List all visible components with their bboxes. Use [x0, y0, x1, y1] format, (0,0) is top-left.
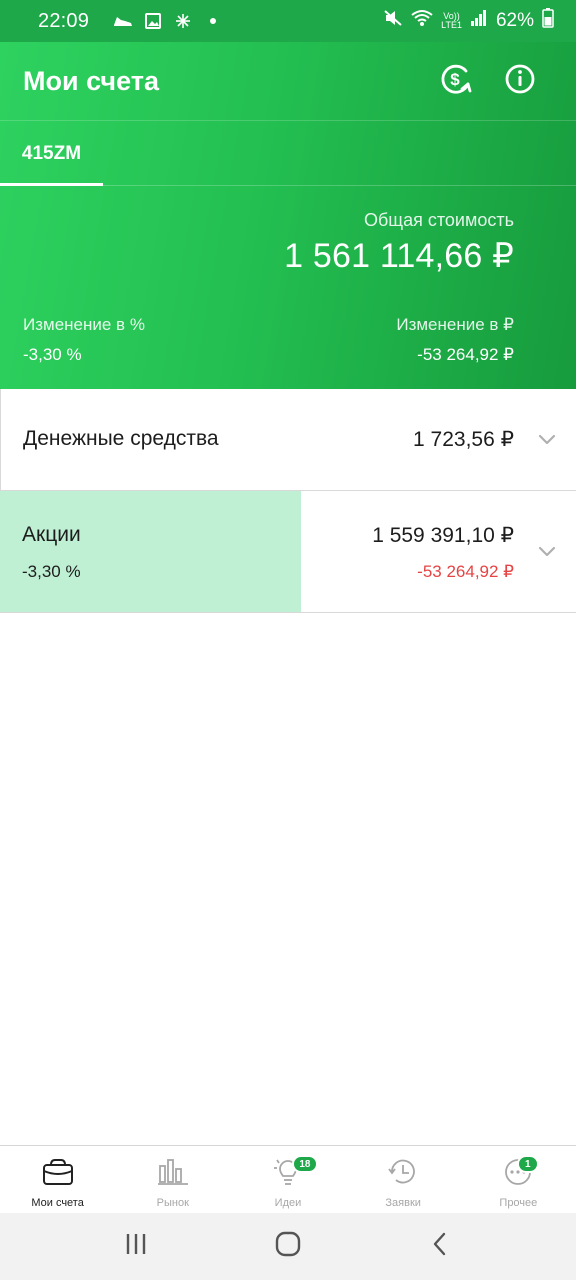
stocks-name: Акции — [22, 523, 81, 546]
nav-ideas[interactable]: 18 Идеи — [230, 1146, 345, 1213]
svg-text:$: $ — [450, 70, 460, 89]
sparkle-icon — [173, 11, 193, 31]
cash-row[interactable]: Денежные средства 1 723,56 ₽ — [0, 389, 576, 491]
nav-label: Рынок — [156, 1197, 189, 1209]
cash-name: Денежные средства — [23, 427, 219, 450]
dot-icon — [203, 11, 223, 31]
nav-more[interactable]: 1 Прочее — [461, 1146, 576, 1213]
stocks-change-percent: -3,30 % — [22, 562, 81, 581]
wallet-icon — [42, 1158, 74, 1191]
nav-label: Мои счета — [31, 1197, 84, 1209]
status-bar: 22:09 Vo)) LTE1 62% — [0, 0, 576, 42]
more-badge: 1 — [516, 1155, 539, 1173]
info-icon — [504, 63, 536, 100]
image-icon — [143, 11, 163, 31]
home-button[interactable] — [258, 1217, 318, 1277]
tabs-divider — [0, 185, 576, 186]
stocks-amount: 1 559 391,10 ₽ — [372, 524, 514, 547]
tab-account-415zm[interactable]: 415ZM — [0, 121, 103, 186]
currency-exchange-button[interactable]: $ — [424, 49, 488, 113]
currency-exchange-icon: $ — [439, 62, 473, 101]
mute-icon — [383, 9, 403, 33]
nav-label: Заявки — [385, 1197, 421, 1209]
change-percent-value: -3,30 % — [23, 345, 82, 364]
shoe-icon — [113, 11, 133, 31]
bottom-navigation: Мои счета Рынок 18 Идеи Заявки 1 Прочее — [0, 1145, 576, 1213]
info-button[interactable] — [488, 49, 552, 113]
recent-apps-button[interactable] — [106, 1217, 166, 1277]
back-button[interactable] — [410, 1217, 470, 1277]
change-rub-value: -53 264,92 ₽ — [417, 345, 514, 364]
signal-icon — [470, 9, 488, 33]
page-title: Мои счета — [23, 65, 159, 96]
volte-indicator: Vo)) LTE1 — [441, 12, 462, 30]
system-navigation-bar — [0, 1213, 576, 1280]
account-summary-header: Мои счета $ 415ZM Общая стоимость 1 561 … — [0, 42, 576, 389]
ideas-badge: 18 — [292, 1155, 318, 1173]
tab-label: 415ZM — [21, 142, 82, 164]
nav-my-accounts[interactable]: Мои счета — [0, 1146, 115, 1213]
total-value-label: Общая стоимость — [364, 210, 514, 230]
change-percent-label: Изменение в % — [23, 315, 145, 334]
wifi-icon — [411, 9, 433, 33]
nav-label: Идеи — [274, 1197, 302, 1209]
status-time: 22:09 — [38, 9, 90, 32]
stocks-row[interactable]: Акции -3,30 % 1 559 391,10 ₽ -53 264,92 … — [0, 491, 576, 613]
nav-orders[interactable]: Заявки — [346, 1146, 461, 1213]
battery-percent: 62% — [495, 10, 534, 31]
stocks-change-rub: -53 264,92 ₽ — [417, 562, 514, 581]
app-screen: 22:09 Vo)) LTE1 62% Мои счета $ 415ZM Об… — [0, 0, 576, 1280]
home-icon — [275, 1231, 301, 1262]
history-clock-icon — [387, 1158, 419, 1191]
nav-market[interactable]: Рынок — [115, 1146, 230, 1213]
market-bars-icon — [157, 1158, 189, 1191]
battery-icon — [542, 8, 554, 34]
lte-label: LTE1 — [441, 20, 462, 30]
change-rub-label: Изменение в ₽ — [396, 315, 514, 334]
nav-label: Прочее — [499, 1197, 538, 1209]
recent-apps-icon — [124, 1233, 148, 1260]
app-bar: Мои счета $ — [0, 42, 576, 120]
cash-expand-chevron-icon[interactable] — [536, 428, 558, 450]
stocks-highlight — [0, 491, 301, 612]
account-tabs: 415ZM — [0, 121, 576, 186]
stocks-expand-chevron-icon[interactable] — [536, 540, 558, 562]
cash-amount: 1 723,56 ₽ — [413, 428, 514, 451]
back-icon — [430, 1231, 450, 1262]
total-value: 1 561 114,66 ₽ — [284, 237, 514, 275]
